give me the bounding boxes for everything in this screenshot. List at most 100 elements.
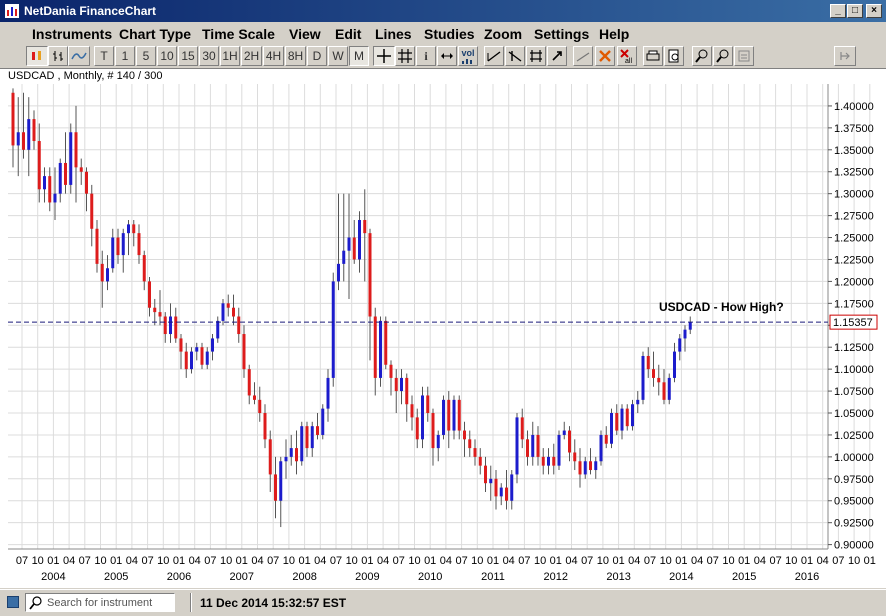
candle-body [510,474,514,501]
y-tick-label: 1.35000 [834,145,874,157]
candle-body [216,320,220,339]
candle-body [368,233,372,317]
candlestick-icon [32,51,41,60]
chart-area[interactable]: USDCAD , Monthly, # 140 / 300 1.40000 1.3… [0,68,886,588]
bar-chart-button[interactable] [48,46,68,66]
timescale-1-button[interactable]: 1 [115,46,135,66]
print-preview-button[interactable] [664,46,684,66]
menu-edit[interactable]: Edit [335,26,361,42]
timescale-d-button[interactable]: D [307,46,327,66]
status-divider [190,593,192,612]
app-icon [5,4,19,18]
x-month-label: 10 [157,555,169,567]
pointer-button[interactable] [547,46,567,66]
x-year-label: 2015 [732,571,756,583]
minimize-icon: _ [835,5,841,16]
crosshair-button[interactable] [373,46,395,66]
candle-body [421,395,424,440]
draw-segment-button[interactable] [573,46,593,66]
candle-body [442,399,445,435]
x-month-label: 07 [141,555,153,567]
x-month-label: 01 [110,555,122,567]
menu-chart-type[interactable]: Chart Type [119,26,191,42]
timescale-8h-button[interactable]: 8H [285,46,306,66]
draw-line-button[interactable] [484,46,504,66]
candle-body [95,228,99,264]
candle-body [195,347,199,352]
grid-icon [398,49,412,63]
instrument-search-box[interactable] [25,593,175,612]
x-month-label: 07 [518,555,530,567]
menu-studies[interactable]: Studies [424,26,475,42]
timescale-t-button[interactable]: T [94,46,114,66]
candle-body [100,263,104,282]
candle-body [578,461,582,475]
menu-lines[interactable]: Lines [375,26,412,42]
candle-body [400,377,403,392]
candle-body [615,413,619,431]
timescale-w-button[interactable]: W [328,46,348,66]
x-month-label: 07 [267,555,279,567]
timescale-10-button[interactable]: 10 [157,46,177,66]
timescale-2h-button[interactable]: 2H [241,46,262,66]
x-month-label: 10 [220,555,232,567]
scroll-button[interactable] [437,46,457,66]
timescale-4h-button[interactable]: 4H [263,46,284,66]
line-chart-button[interactable] [68,46,90,66]
search-input[interactable] [47,595,172,610]
zoom-in-button[interactable] [692,46,712,66]
candle-body [447,399,451,431]
timescale-m-button[interactable]: M [349,46,369,66]
candle-body [379,320,382,378]
x-month-label: 10 [283,555,295,567]
info-button[interactable]: i [416,46,436,66]
draw-channel-button[interactable] [505,46,525,66]
menu-help[interactable]: Help [599,26,629,42]
print-button[interactable] [643,46,663,66]
chart-annotation: USDCAD - How High? [659,300,784,314]
menu-time-scale[interactable]: Time Scale [202,26,275,42]
detach-button[interactable] [834,46,856,66]
grid-button[interactable] [395,46,415,66]
candle-body [37,141,41,190]
volume-button[interactable]: vol [458,46,478,66]
candle-body [436,434,440,449]
menu-zoom[interactable]: Zoom [484,26,522,42]
timescale-1h-button[interactable]: 1H [220,46,240,66]
candle-body [169,316,172,335]
close-button[interactable]: × [866,4,882,18]
x-month-label: 10 [408,555,420,567]
zoom-out-button[interactable] [713,46,733,66]
x-month-label: 04 [63,555,75,567]
menu-instruments[interactable]: Instruments [32,26,112,42]
price-chart[interactable]: 1.40000 1.37500 1.35000 1.32500 1.30000 1.275… [0,69,886,588]
candle-body [289,448,293,457]
candle-body [242,334,246,370]
candle-body [599,434,603,462]
timescale-15-button[interactable]: 15 [178,46,198,66]
y-tick-label: 1.12500 [834,342,874,354]
delete-line-button[interactable] [595,46,615,66]
candle-body [53,193,57,203]
x-month-label: 07 [393,555,405,567]
maximize-button[interactable]: □ [847,4,863,18]
timescale-30-button[interactable]: 30 [199,46,219,66]
ohlc-bar-icon [53,51,63,61]
delete-all-button[interactable]: all [617,46,637,66]
minimize-button[interactable]: _ [830,4,846,18]
volume-label: vol [461,48,475,58]
x-month-label: 01 [864,555,876,567]
candle-body [142,255,146,282]
zoom-out-icon [716,49,729,63]
zoom-reset-button[interactable] [734,46,754,66]
menu-view[interactable]: View [289,26,321,42]
candlestick-chart-button[interactable] [26,46,48,66]
candle-body [594,461,598,471]
menu-settings[interactable]: Settings [534,26,589,42]
timescale-5-button[interactable]: 5 [136,46,156,66]
candle-body [226,303,230,308]
x-month-label: 10 [471,555,483,567]
x-month-label: 10 [32,555,44,567]
window-title: NetDania FinanceChart [24,4,157,18]
fibonacci-button[interactable] [526,46,546,66]
